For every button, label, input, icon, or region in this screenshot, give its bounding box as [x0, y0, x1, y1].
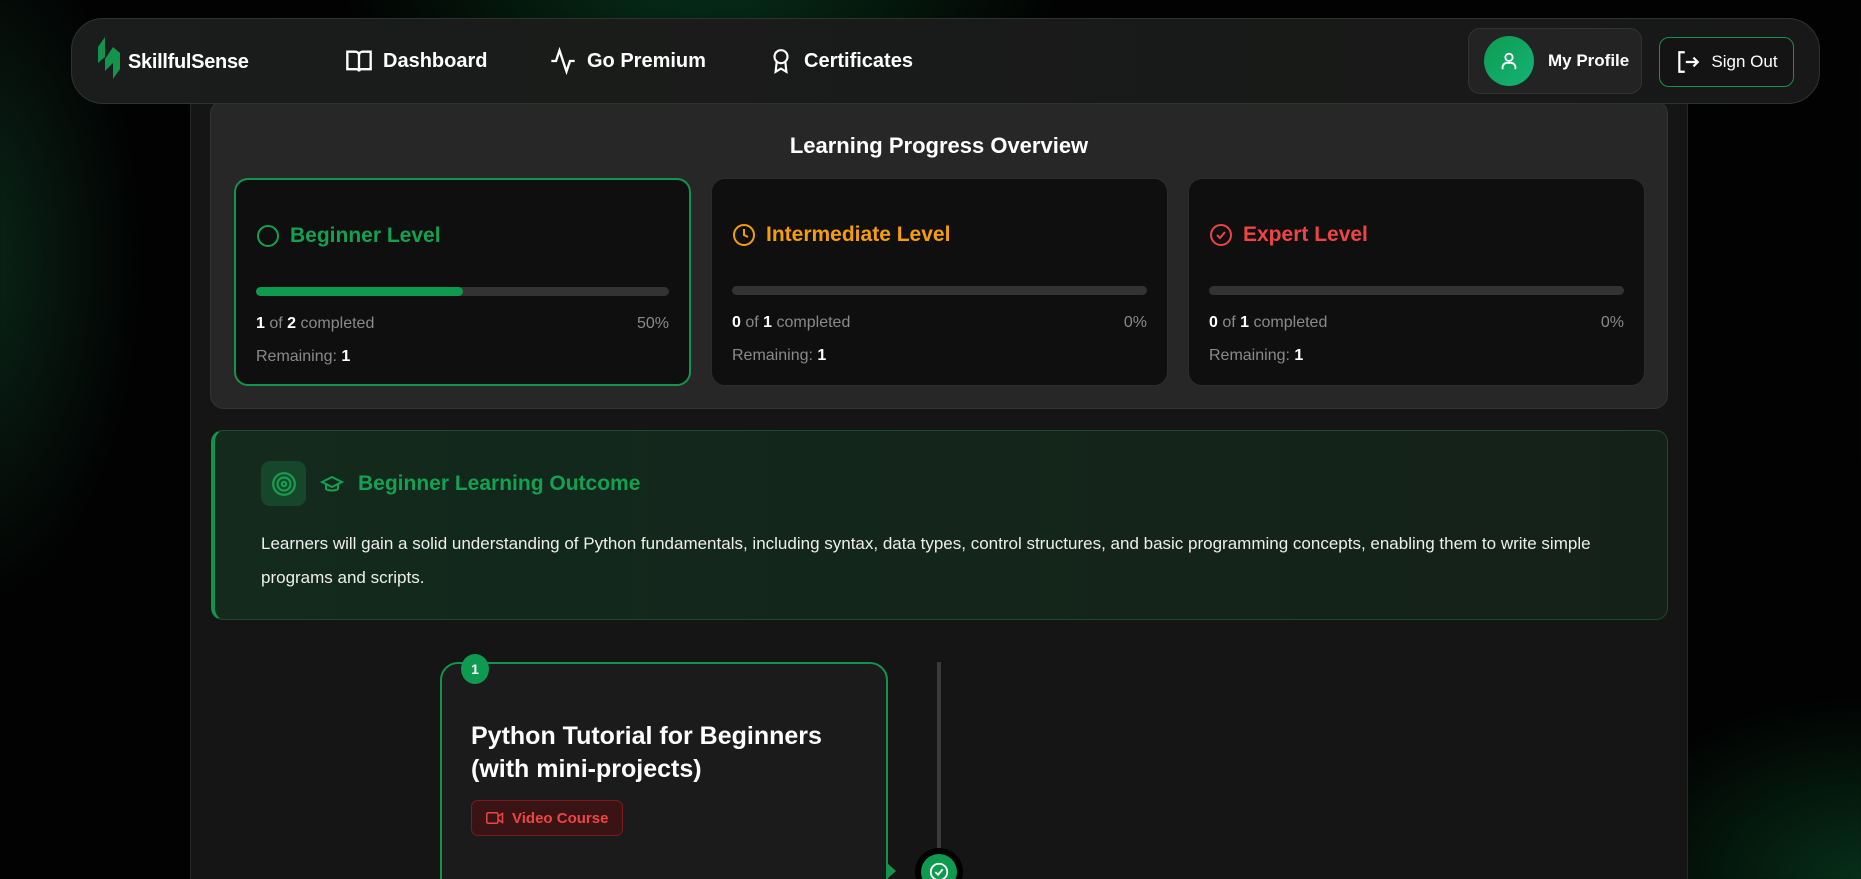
- level-card-intermediate[interactable]: Intermediate Level 0 of 1 completed 0% Re…: [711, 178, 1168, 386]
- remaining-count: 1: [817, 347, 827, 364]
- avatar: [1484, 36, 1534, 86]
- outcome-title: Beginner Learning Outcome: [358, 471, 641, 495]
- card-pointer: [886, 862, 896, 879]
- overview-title: Learning Progress Overview: [789, 133, 1089, 158]
- course-title: Python Tutorial for Beginners (with mini…: [471, 722, 822, 783]
- percent: 0%: [1600, 314, 1624, 331]
- total-count: 1: [763, 314, 773, 331]
- level-name: Beginner Level: [290, 224, 441, 247]
- total-count: 2: [287, 315, 297, 332]
- logo-icon: [98, 37, 120, 79]
- remaining-label: Remaining:: [256, 348, 337, 365]
- navbar: SkillfulSense Dashboard Go Premium Certi…: [71, 18, 1820, 104]
- course-card[interactable]: 1 Python Tutorial for Beginners (with mi…: [440, 654, 888, 879]
- outcome-text: Learners will gain a solid understanding…: [261, 534, 1591, 587]
- check-circle-icon: [929, 862, 949, 879]
- level-name: Expert Level: [1243, 223, 1368, 246]
- sign-out-button[interactable]: Sign Out: [1659, 37, 1794, 87]
- circle-icon: [257, 225, 279, 247]
- done-count: 0: [732, 314, 741, 331]
- nav-go-premium[interactable]: Go Premium: [549, 47, 706, 75]
- completed-label: completed: [776, 314, 851, 331]
- progress-bar: [732, 286, 1147, 295]
- remaining-label: Remaining:: [1209, 347, 1290, 364]
- done-count: 1: [256, 315, 265, 332]
- percent: 0%: [1123, 314, 1147, 331]
- nav-certificates[interactable]: Certificates: [768, 47, 913, 75]
- learning-progress-overview: Learning Progress Overview Beginner Leve…: [210, 100, 1668, 409]
- level-card-beginner[interactable]: Beginner Level 1 of 2 completed 50% Remai…: [234, 178, 691, 386]
- total-count: 1: [1240, 314, 1250, 331]
- activity-icon: [551, 47, 575, 75]
- user-icon: [1501, 52, 1517, 70]
- nav-dashboard-label: Dashboard: [383, 49, 488, 72]
- done-count: 0: [1209, 314, 1218, 331]
- log-out-icon: [1678, 51, 1700, 73]
- my-profile-label: My Profile: [1548, 51, 1630, 70]
- remaining-count: 1: [341, 348, 351, 365]
- level-card-expert[interactable]: Expert Level 0 of 1 completed 0% Remainin…: [1188, 178, 1645, 386]
- progress-bar: [1209, 286, 1624, 295]
- check-circle-icon: [1210, 224, 1232, 246]
- target-icon: [261, 461, 306, 506]
- completed-label: completed: [1253, 314, 1328, 331]
- level-name: Intermediate Level: [766, 223, 951, 246]
- award-icon: [773, 49, 789, 74]
- graduation-cap-icon: [320, 475, 344, 491]
- my-profile-button[interactable]: My Profile: [1468, 28, 1642, 94]
- nav-dashboard[interactable]: Dashboard: [345, 47, 487, 75]
- progress-bar: [256, 287, 669, 296]
- brand-name: SkillfulSense: [128, 50, 249, 73]
- clock-icon: [733, 224, 755, 246]
- brand-logo[interactable]: SkillfulSense: [98, 37, 249, 87]
- of-label: of: [1222, 314, 1236, 331]
- of-label: of: [745, 314, 759, 331]
- book-open-icon: [346, 50, 372, 72]
- completed-label: completed: [300, 315, 375, 332]
- timeline-line: [937, 662, 941, 862]
- course-type-badge: Video Course: [471, 800, 624, 836]
- course-number-badge: 1: [461, 654, 489, 684]
- percent: 50%: [636, 315, 669, 332]
- learning-outcome-panel: Beginner Learning Outcome Learners will …: [211, 430, 1668, 620]
- nav-certificates-label: Certificates: [804, 49, 913, 72]
- nav-go-premium-label: Go Premium: [587, 49, 706, 72]
- of-label: of: [269, 315, 283, 332]
- course-type-label: Video Course: [512, 809, 609, 827]
- sign-out-label: Sign Out: [1711, 52, 1778, 71]
- remaining-count: 1: [1294, 347, 1304, 364]
- progress-fill: [256, 287, 463, 296]
- remaining-label: Remaining:: [732, 347, 813, 364]
- video-icon: [486, 812, 504, 824]
